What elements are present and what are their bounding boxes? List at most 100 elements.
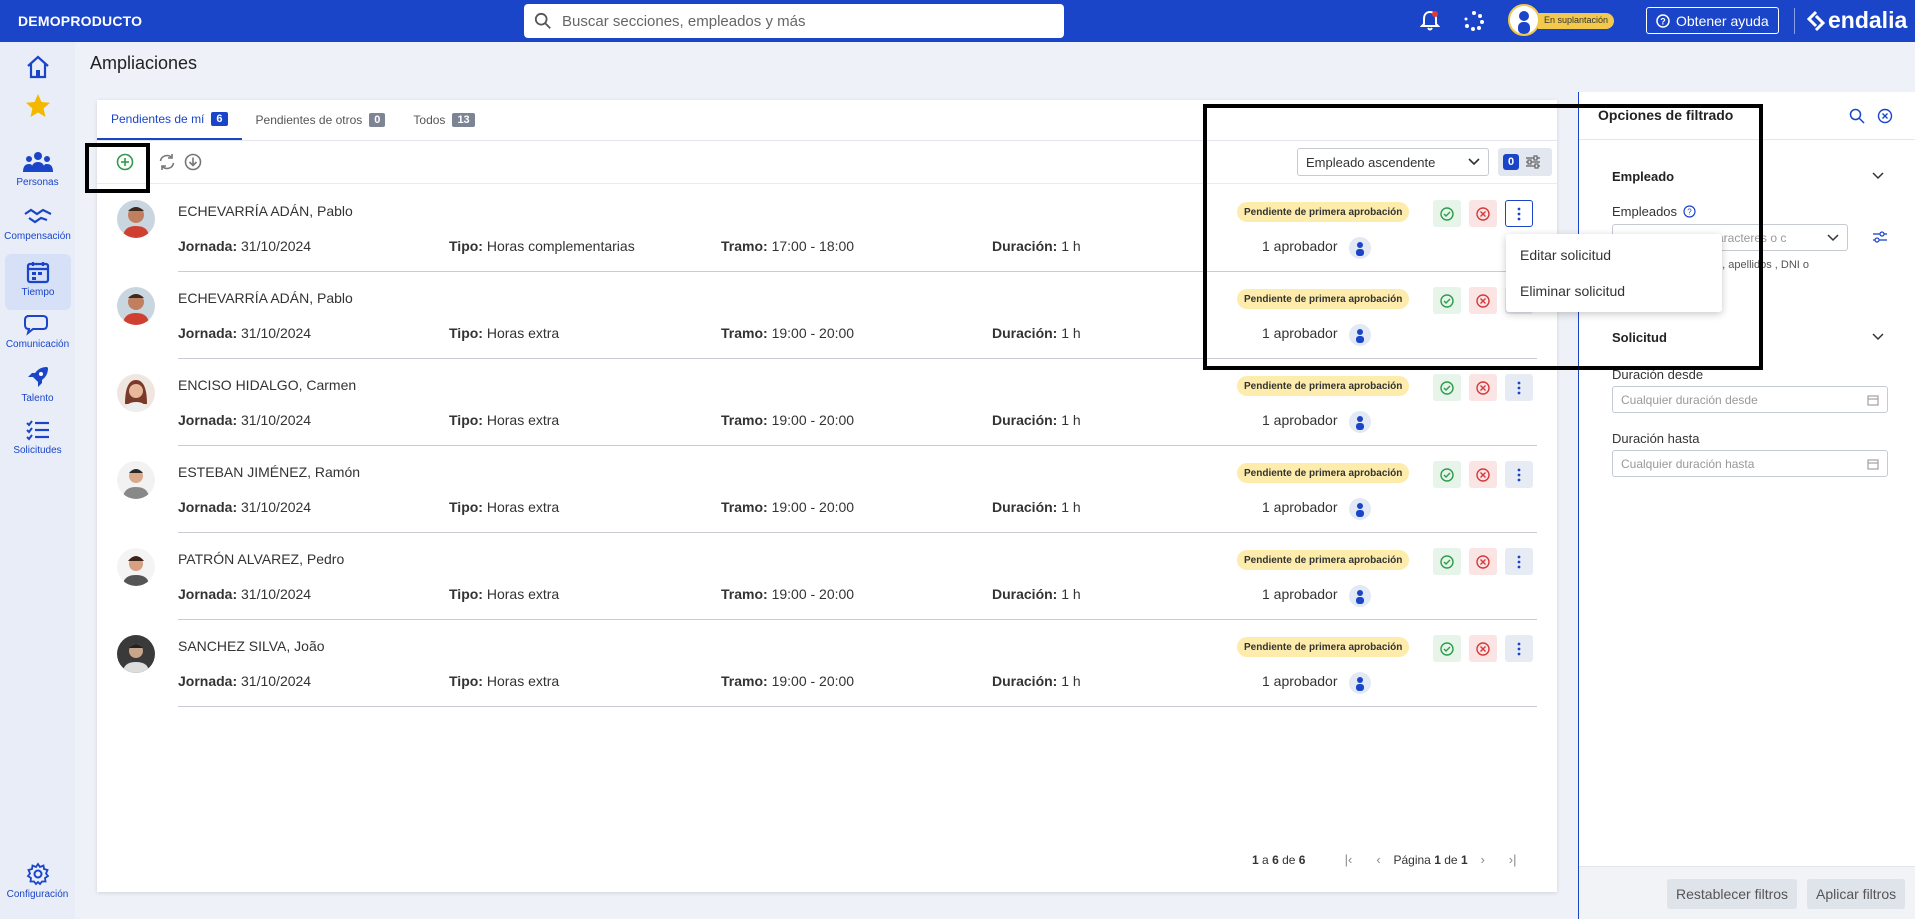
checklist-icon (25, 420, 49, 441)
menu-item-delete[interactable]: Eliminar solicitud (1506, 273, 1722, 309)
avatar (117, 461, 155, 499)
field-label: Tipo: (449, 325, 483, 341)
next-page-icon[interactable]: › (1468, 852, 1498, 867)
notifications-bell-icon[interactable] (1420, 10, 1440, 32)
endalia-logo[interactable]: endalia (1806, 7, 1907, 34)
reset-filters-button[interactable]: Restablecer filtros (1667, 879, 1798, 909)
approve-button[interactable] (1433, 374, 1461, 401)
global-search[interactable]: Buscar secciones, empleados y más (524, 4, 1064, 38)
field-label: Tipo: (449, 238, 483, 254)
tramo-field: Tramo: 19:00 - 20:00 (721, 586, 854, 602)
sidebar: Personas Compensación Tiempo Comunicació… (0, 42, 75, 919)
calendar-icon[interactable] (1867, 458, 1879, 470)
reject-button[interactable] (1469, 548, 1497, 575)
sidebar-item-favorites[interactable] (0, 92, 75, 120)
tramo-value: 17:00 - 18:00 (771, 238, 855, 254)
menu-item-edit[interactable]: Editar solicitud (1506, 237, 1722, 273)
employee-name[interactable]: ECHEVARRÍA ADÁN, Pablo (178, 203, 353, 219)
employee-name[interactable]: ENCISO HIDALGO, Carmen (178, 377, 356, 393)
tramo-value: 19:00 - 20:00 (771, 499, 855, 515)
calendar-icon[interactable] (1867, 394, 1879, 406)
tab-count-badge: 6 (211, 112, 228, 126)
tipo-field: Tipo: Horas extra (449, 499, 559, 515)
field-label: Duración: (992, 673, 1058, 689)
chevron-down-icon[interactable] (1872, 172, 1884, 180)
last-page-icon[interactable]: ›| (1498, 852, 1528, 867)
approve-button[interactable] (1433, 635, 1461, 662)
duration-from-placeholder: Cualquier duración desde (1621, 392, 1758, 407)
employee-name[interactable]: SANCHEZ SILVA, João (178, 638, 325, 654)
more-options-button[interactable] (1505, 635, 1533, 662)
sidebar-item-home[interactable] (0, 54, 75, 80)
employee-name[interactable]: ECHEVARRÍA ADÁN, Pablo (178, 290, 353, 306)
approver-avatar-icon[interactable] (1349, 672, 1371, 694)
sidebar-item-compensacion[interactable]: Compensación (0, 204, 75, 242)
table-row[interactable]: ENCISO HIDALGO, Carmen Jornada: 31/10/20… (97, 358, 1557, 446)
table-row[interactable]: PATRÓN ALVAREZ, Pedro Jornada: 31/10/202… (97, 532, 1557, 620)
duracion-field: Duración: 1 h (992, 586, 1081, 602)
sidebar-item-tiempo[interactable]: Tiempo (5, 254, 71, 310)
tab-pendientes-de-otros[interactable]: Pendientes de otros 0 (242, 100, 400, 140)
duration-to-label: Duración hasta (1612, 431, 1700, 446)
search-icon[interactable] (1849, 108, 1865, 124)
more-options-button[interactable] (1505, 461, 1533, 488)
approve-button[interactable] (1433, 461, 1461, 488)
avatar (117, 200, 155, 238)
more-options-button[interactable] (1505, 548, 1533, 575)
current-page: 1 (1434, 852, 1441, 867)
refresh-icon[interactable] (157, 152, 177, 172)
sidebar-item-configuracion[interactable]: Configuración (0, 862, 75, 900)
total-pages: 1 (1460, 852, 1468, 867)
duration-from-input[interactable]: Cualquier duración desde (1612, 386, 1888, 413)
reject-button[interactable] (1469, 374, 1497, 401)
approvers-count[interactable]: 1 aprobador (1262, 586, 1338, 602)
approvers-count[interactable]: 1 aprobador (1262, 673, 1338, 689)
table-row[interactable]: SANCHEZ SILVA, João Jornada: 31/10/2024 … (97, 619, 1557, 707)
sidebar-item-solicitudes[interactable]: Solicitudes (0, 418, 75, 456)
approver-avatar-icon[interactable] (1349, 498, 1371, 520)
chevron-down-icon (1827, 233, 1839, 241)
search-input[interactable]: Buscar secciones, empleados y más (562, 13, 805, 30)
prev-page-icon[interactable]: ‹ (1363, 852, 1393, 867)
employee-name[interactable]: ESTEBAN JIMÉNEZ, Ramón (178, 464, 360, 480)
sidebar-item-personas[interactable]: Personas (0, 150, 75, 188)
people-icon (22, 152, 53, 172)
table-row[interactable]: ESTEBAN JIMÉNEZ, Ramón Jornada: 31/10/20… (97, 445, 1557, 533)
jornada-field: Jornada: 31/10/2024 (178, 673, 311, 689)
approve-button[interactable] (1433, 548, 1461, 575)
range-of: de (1282, 852, 1296, 867)
user-avatar[interactable] (1508, 4, 1540, 36)
company-name[interactable]: DEMOPRODUCTO (18, 13, 142, 29)
tab-count-badge: 13 (452, 113, 475, 127)
tipo-field: Tipo: Horas extra (449, 412, 559, 428)
help-button[interactable]: ? Obtener ayuda (1646, 7, 1779, 34)
sliders-icon[interactable] (1872, 230, 1888, 244)
reject-button[interactable] (1469, 635, 1497, 662)
status-badge: Pendiente de primera aprobación (1237, 376, 1410, 396)
vertical-dots-icon (1517, 642, 1521, 655)
reject-button[interactable] (1469, 461, 1497, 488)
more-options-button[interactable] (1505, 374, 1533, 401)
sidebar-item-talento[interactable]: Talento (0, 364, 75, 404)
chevron-down-icon[interactable] (1872, 333, 1884, 341)
employee-name[interactable]: PATRÓN ALVAREZ, Pedro (178, 551, 344, 567)
tab-todos[interactable]: Todos 13 (399, 100, 488, 140)
close-icon[interactable] (1877, 108, 1893, 124)
field-label: Duración: (992, 412, 1058, 428)
duracion-value: 1 h (1061, 673, 1081, 689)
tab-pendientes-de-mi[interactable]: Pendientes de mí 6 (97, 100, 242, 140)
approver-avatar-icon[interactable] (1349, 411, 1371, 433)
apply-filters-button[interactable]: Aplicar filtros (1807, 879, 1906, 909)
first-page-icon[interactable]: |‹ (1333, 852, 1363, 867)
approvers-count[interactable]: 1 aprobador (1262, 412, 1338, 428)
approvers-count[interactable]: 1 aprobador (1262, 499, 1338, 515)
tipo-value: Horas extra (486, 673, 560, 689)
duracion-field: Duración: 1 h (992, 238, 1081, 254)
tipo-value: Horas extra (486, 586, 560, 602)
duration-to-input[interactable]: Cualquier duración hasta (1612, 450, 1888, 477)
sidebar-item-comunicacion[interactable]: Comunicación (0, 312, 75, 350)
download-icon[interactable] (183, 152, 203, 172)
approver-avatar-icon[interactable] (1349, 585, 1371, 607)
x-circle-icon (1476, 641, 1490, 656)
calendar-icon (26, 262, 50, 284)
